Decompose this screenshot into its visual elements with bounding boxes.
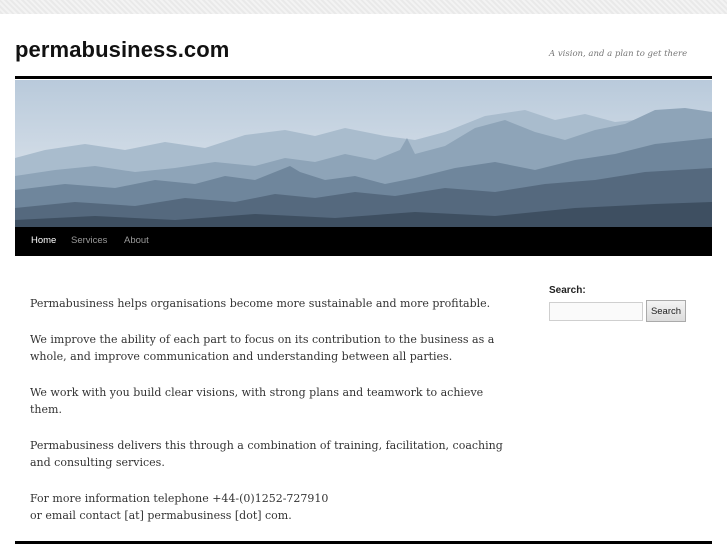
main-navigation: Home Services About: [15, 227, 712, 256]
main-content: Permabusiness helps organisations become…: [30, 295, 510, 525]
search-button[interactable]: Search: [646, 300, 686, 322]
site-tagline: A vision, and a plan to get there: [549, 49, 688, 59]
footer-divider: [15, 541, 712, 544]
nav-item-home[interactable]: Home: [31, 235, 56, 246]
search-widget-title: Search:: [549, 285, 586, 296]
header-banner-image: [15, 80, 712, 227]
search-input[interactable]: [549, 302, 643, 321]
content-paragraph: We work with you build clear visions, wi…: [30, 385, 484, 417]
content-paragraph: Permabusiness helps organisations become…: [30, 297, 491, 310]
header-divider: [15, 76, 712, 79]
content-paragraph: We improve the ability of each part to f…: [30, 332, 495, 364]
content-paragraph: Permabusiness delivers this through a co…: [30, 438, 503, 470]
contact-email: or email contact [at] permabusiness [dot…: [30, 509, 292, 522]
nav-item-services[interactable]: Services: [71, 235, 107, 246]
contact-paragraph: For more information telephone +44-(0)12…: [30, 490, 510, 525]
page: permabusiness.com A vision, and a plan t…: [0, 14, 727, 545]
site-title[interactable]: permabusiness.com: [15, 37, 229, 63]
nav-item-about[interactable]: About: [124, 235, 149, 246]
contact-telephone: For more information telephone +44-(0)12…: [30, 491, 329, 505]
